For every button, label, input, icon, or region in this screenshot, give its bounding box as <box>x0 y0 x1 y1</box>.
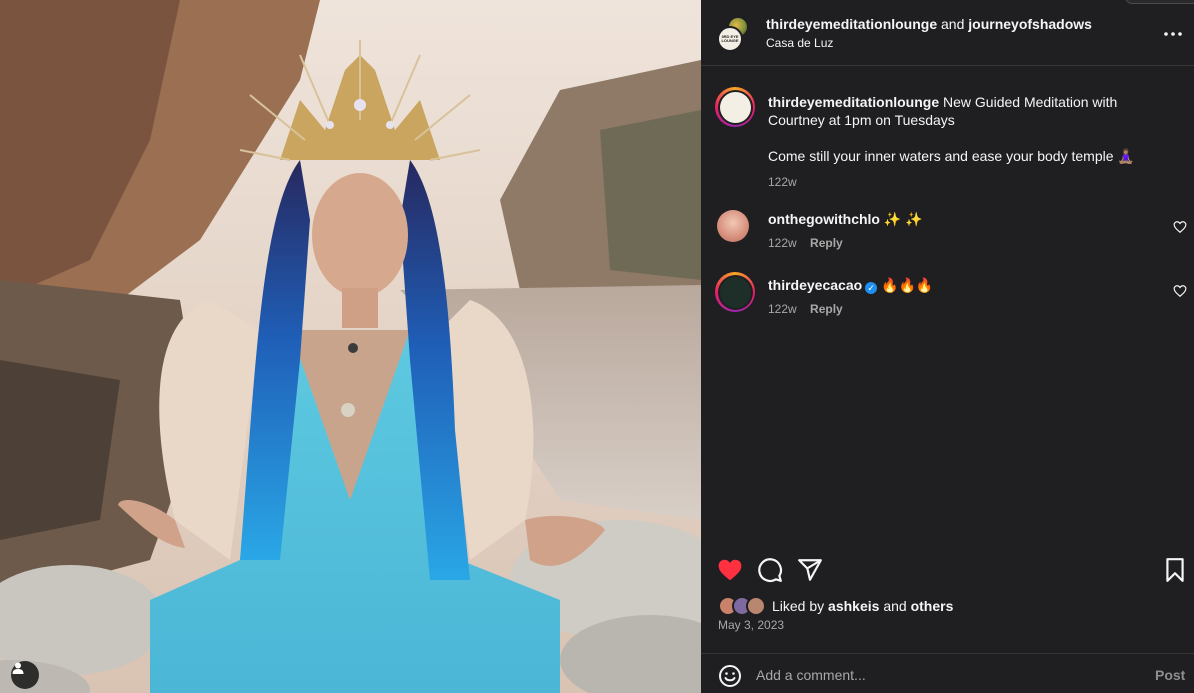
avatar <box>746 596 766 616</box>
add-comment-bar: Post <box>701 653 1194 693</box>
comment-like-icon[interactable] <box>1173 284 1187 298</box>
comment-avatar[interactable] <box>715 272 755 312</box>
top-edge-control <box>1125 0 1194 4</box>
avatar <box>719 91 751 123</box>
comment-text: ✨ ✨ <box>883 211 923 227</box>
caption-time[interactable]: 122w <box>768 175 797 189</box>
comment-time[interactable]: 122w <box>768 302 797 316</box>
reply-button[interactable]: Reply <box>810 236 843 250</box>
reply-button[interactable]: Reply <box>810 302 843 316</box>
liked-by-avatars[interactable] <box>718 596 770 616</box>
comment-icon[interactable] <box>757 557 783 583</box>
comment-like-icon[interactable] <box>1173 220 1187 234</box>
user-tag-icon <box>12 662 24 674</box>
bookmark-icon[interactable] <box>1162 557 1188 583</box>
location-link[interactable]: Casa de Luz <box>766 35 1092 51</box>
post-caption: thirdeyemeditationlounge New Guided Medi… <box>715 87 1185 189</box>
emoji-icon[interactable] <box>718 664 742 688</box>
comment-item: onthegowithchlo ✨ ✨ 122w Reply <box>715 208 1187 258</box>
post-side-panel: 3RD EYE LOUNGE thirdeyemeditationlounge … <box>701 0 1194 693</box>
header-text: thirdeyemeditationlounge and journeyofsh… <box>766 15 1092 51</box>
author-joiner: and <box>941 16 965 32</box>
post-actions <box>701 540 1194 583</box>
meditation-photo <box>0 0 701 693</box>
avatar <box>719 276 751 308</box>
liked-by-user-link[interactable]: ashkeis <box>828 598 879 614</box>
liked-by-others-link[interactable]: others <box>911 598 954 614</box>
post-date[interactable]: May 3, 2023 <box>718 618 784 632</box>
caption-username[interactable]: thirdeyemeditationlounge <box>768 94 939 110</box>
verified-badge-icon: ✓ <box>865 282 878 294</box>
avatar-logo-text: 3RD EYE LOUNGE <box>721 34 739 43</box>
comment-username[interactable]: onthegowithchlo <box>768 211 880 227</box>
comment-item: thirdeyecacao ✓ 🔥🔥🔥 122w Reply <box>715 272 1187 322</box>
comment-input[interactable] <box>756 663 1126 687</box>
user-tag-button[interactable] <box>11 661 39 689</box>
more-icon[interactable] <box>1163 24 1183 44</box>
comment-username[interactable]: thirdeyecacao <box>768 277 862 293</box>
comment-time[interactable]: 122w <box>768 236 797 250</box>
author-secondary-link[interactable]: journeyofshadows <box>968 16 1092 32</box>
post-comment-button[interactable]: Post <box>1155 667 1185 683</box>
comment-text: 🔥🔥🔥 <box>881 277 934 293</box>
caption-text-line2: Come still your inner waters and ease yo… <box>768 148 1135 164</box>
heart-icon[interactable] <box>717 557 743 583</box>
collab-avatars[interactable]: 3RD EYE LOUNGE <box>717 16 753 52</box>
share-icon[interactable] <box>797 557 823 583</box>
liked-by-prefix: Liked by <box>772 598 825 614</box>
author-primary-link[interactable]: thirdeyemeditationlounge <box>766 16 937 32</box>
post-photo[interactable] <box>0 0 701 693</box>
caption-avatar[interactable] <box>715 87 755 127</box>
comment-avatar[interactable] <box>717 210 749 242</box>
post-header: 3RD EYE LOUNGE thirdeyemeditationlounge … <box>701 0 1194 66</box>
liked-by-joiner: and <box>883 598 907 614</box>
collab-avatar-primary[interactable]: 3RD EYE LOUNGE <box>717 26 743 52</box>
